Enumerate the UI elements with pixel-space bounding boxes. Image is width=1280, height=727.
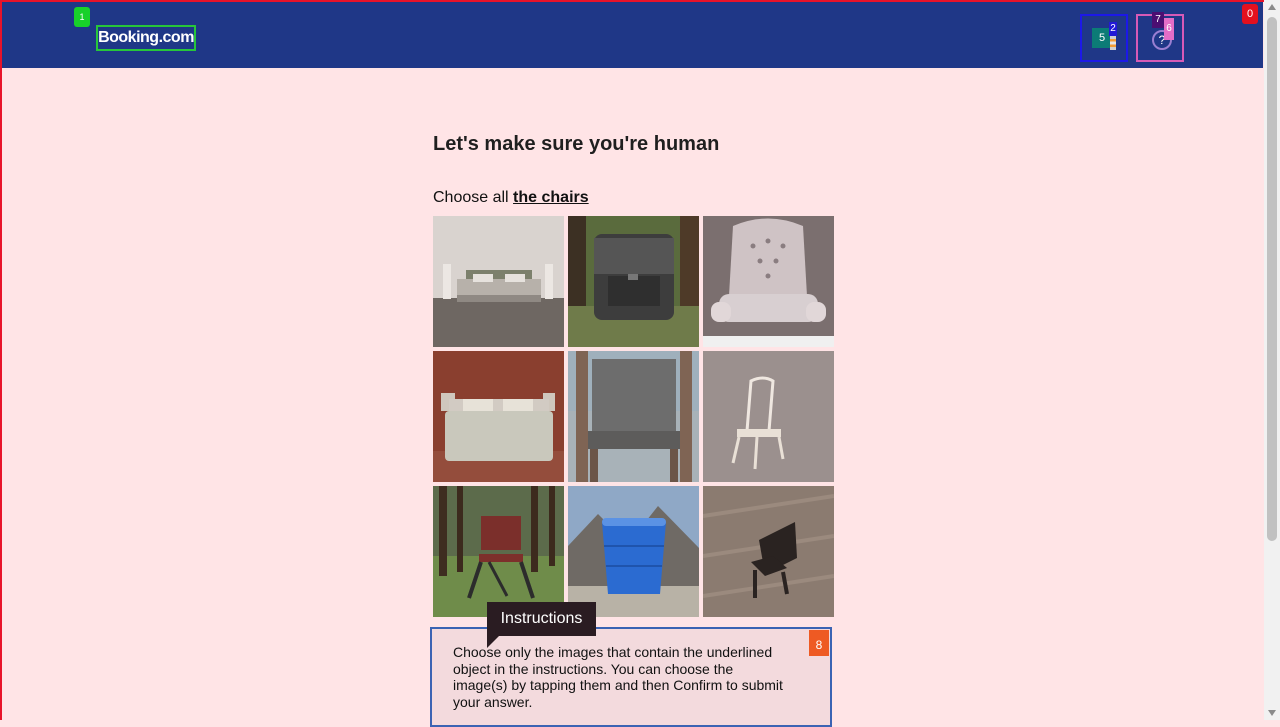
captcha-tile-5[interactable] xyxy=(568,351,699,482)
prompt-target: the chairs xyxy=(513,189,589,206)
armchair-image xyxy=(703,216,834,347)
scroll-down-icon[interactable] xyxy=(1268,710,1276,716)
captcha-tile-7[interactable] xyxy=(433,486,564,617)
scroll-up-icon[interactable] xyxy=(1268,4,1276,10)
bed-image xyxy=(433,216,564,347)
captcha-tile-4[interactable] xyxy=(433,351,564,482)
scrollbar[interactable] xyxy=(1264,0,1280,720)
bed-image xyxy=(433,351,564,482)
instructions-title: Instructions xyxy=(487,602,596,636)
captcha-tile-8[interactable] xyxy=(568,486,699,617)
top-bar: Booking.com 5 2 ? 7 6 xyxy=(2,2,1263,68)
badge-1: 1 xyxy=(74,7,90,27)
instructions-text: Choose only the images that contain the … xyxy=(453,644,783,710)
captcha-tile-2[interactable] xyxy=(568,216,699,347)
captcha-tile-3[interactable] xyxy=(703,216,834,347)
prompt-prefix: Choose all xyxy=(433,189,514,206)
captcha-tile-1[interactable] xyxy=(433,216,564,347)
currency-button[interactable]: 5 2 xyxy=(1080,14,1128,62)
captcha-tile-9[interactable] xyxy=(703,486,834,617)
backpack-image xyxy=(568,216,699,347)
badge-6: 6 xyxy=(1164,18,1174,40)
captcha-prompt: Choose all the chairs xyxy=(433,189,589,207)
booking-logo[interactable]: Booking.com xyxy=(96,25,196,51)
scroll-thumb[interactable] xyxy=(1267,17,1277,541)
captcha-tile-6[interactable] xyxy=(703,351,834,482)
chair-image xyxy=(433,486,564,617)
chair-image xyxy=(568,351,699,482)
help-button[interactable]: ? 7 6 xyxy=(1136,12,1184,62)
badge-0: 0 xyxy=(1242,4,1258,24)
chair-image xyxy=(703,351,834,482)
bucket-image xyxy=(568,486,699,617)
close-instructions-button[interactable]: 8 xyxy=(809,630,829,656)
badge-2: 2 xyxy=(1109,22,1117,36)
captcha-grid xyxy=(433,216,834,617)
badge-7: 7 xyxy=(1152,12,1164,28)
page-title: Let's make sure you're human xyxy=(433,133,720,155)
flag-icon xyxy=(1110,36,1116,50)
chair-image xyxy=(703,486,834,617)
